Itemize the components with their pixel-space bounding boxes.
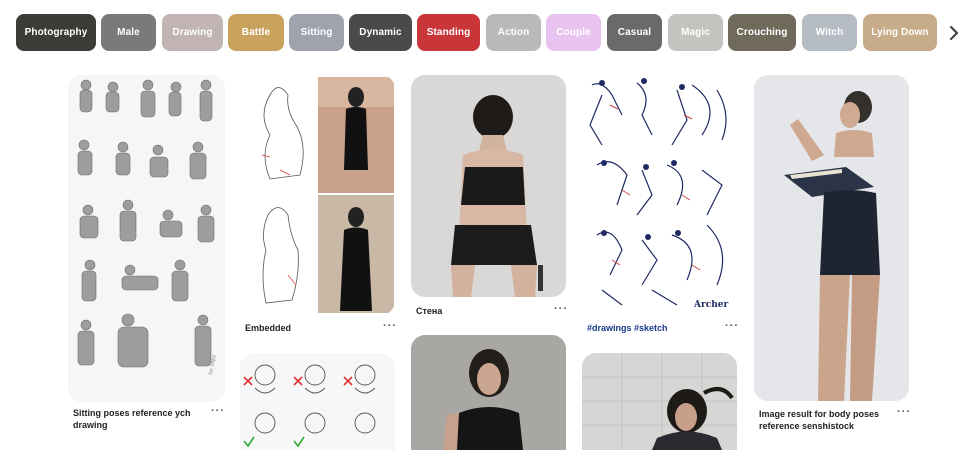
pin-image[interactable]: for copy [68, 75, 225, 402]
filter-chip-casual[interactable]: Casual [607, 14, 662, 51]
ellipsis-icon[interactable]: ··· [211, 406, 225, 417]
pin-image[interactable] [240, 353, 395, 450]
pin-card[interactable]: Стена ··· [411, 75, 568, 323]
pin-image[interactable] [582, 353, 737, 450]
chevron-right-icon[interactable] [944, 22, 960, 44]
ellipsis-icon[interactable]: ··· [725, 321, 739, 332]
pin-title[interactable]: Image result for body poses reference se… [759, 408, 887, 432]
filter-chip-couple[interactable]: Couple [546, 14, 601, 51]
pin-card[interactable] [411, 335, 566, 450]
pin-card[interactable] [240, 353, 395, 450]
ellipsis-icon[interactable]: ··· [383, 321, 397, 332]
ellipsis-icon[interactable]: ··· [897, 407, 911, 418]
pin-image[interactable] [754, 75, 909, 401]
filter-chip-battle[interactable]: Battle [228, 14, 284, 51]
pin-image[interactable] [411, 75, 566, 297]
pin-image[interactable] [411, 335, 566, 450]
pin-title[interactable]: Sitting poses reference ych drawing [73, 407, 203, 431]
pin-title[interactable]: Стена [416, 305, 536, 317]
filter-chip-drawing[interactable]: Drawing [162, 14, 223, 51]
pin-card[interactable]: Archer #drawings #sketch ··· [582, 75, 739, 335]
filter-chip-magic[interactable]: Magic [668, 14, 723, 51]
filter-chip-witch[interactable]: Witch [802, 14, 857, 51]
filter-chip-crouching[interactable]: Crouching [728, 14, 796, 51]
filter-chip-photography[interactable]: Photography [16, 14, 96, 51]
filter-chip-dynamic[interactable]: Dynamic [349, 14, 412, 51]
filter-chip-action[interactable]: Action [486, 14, 541, 51]
pin-title[interactable]: Embedded [245, 322, 365, 334]
filter-chip-bar: Photography Male Drawing Battle Sitting … [0, 0, 960, 66]
filter-chip-sitting[interactable]: Sitting [289, 14, 344, 51]
filter-chip-lying-down[interactable]: Lying Down [863, 14, 937, 51]
filter-chip-male[interactable]: Male [101, 14, 156, 51]
pin-image[interactable]: Archer [582, 75, 737, 315]
pin-card[interactable]: Embedded ··· [240, 75, 397, 347]
pin-card[interactable]: Image result for body poses reference se… [754, 75, 911, 435]
pin-title[interactable]: #drawings #sketch [587, 322, 707, 334]
pin-card[interactable]: for copy Sitting poses reference ych dra… [68, 75, 225, 450]
pin-card[interactable] [582, 353, 737, 450]
filter-chip-standing[interactable]: Standing [417, 14, 480, 51]
archer-caption: Archer [693, 300, 728, 310]
ellipsis-icon[interactable]: ··· [554, 304, 568, 315]
pin-image[interactable] [240, 75, 395, 315]
